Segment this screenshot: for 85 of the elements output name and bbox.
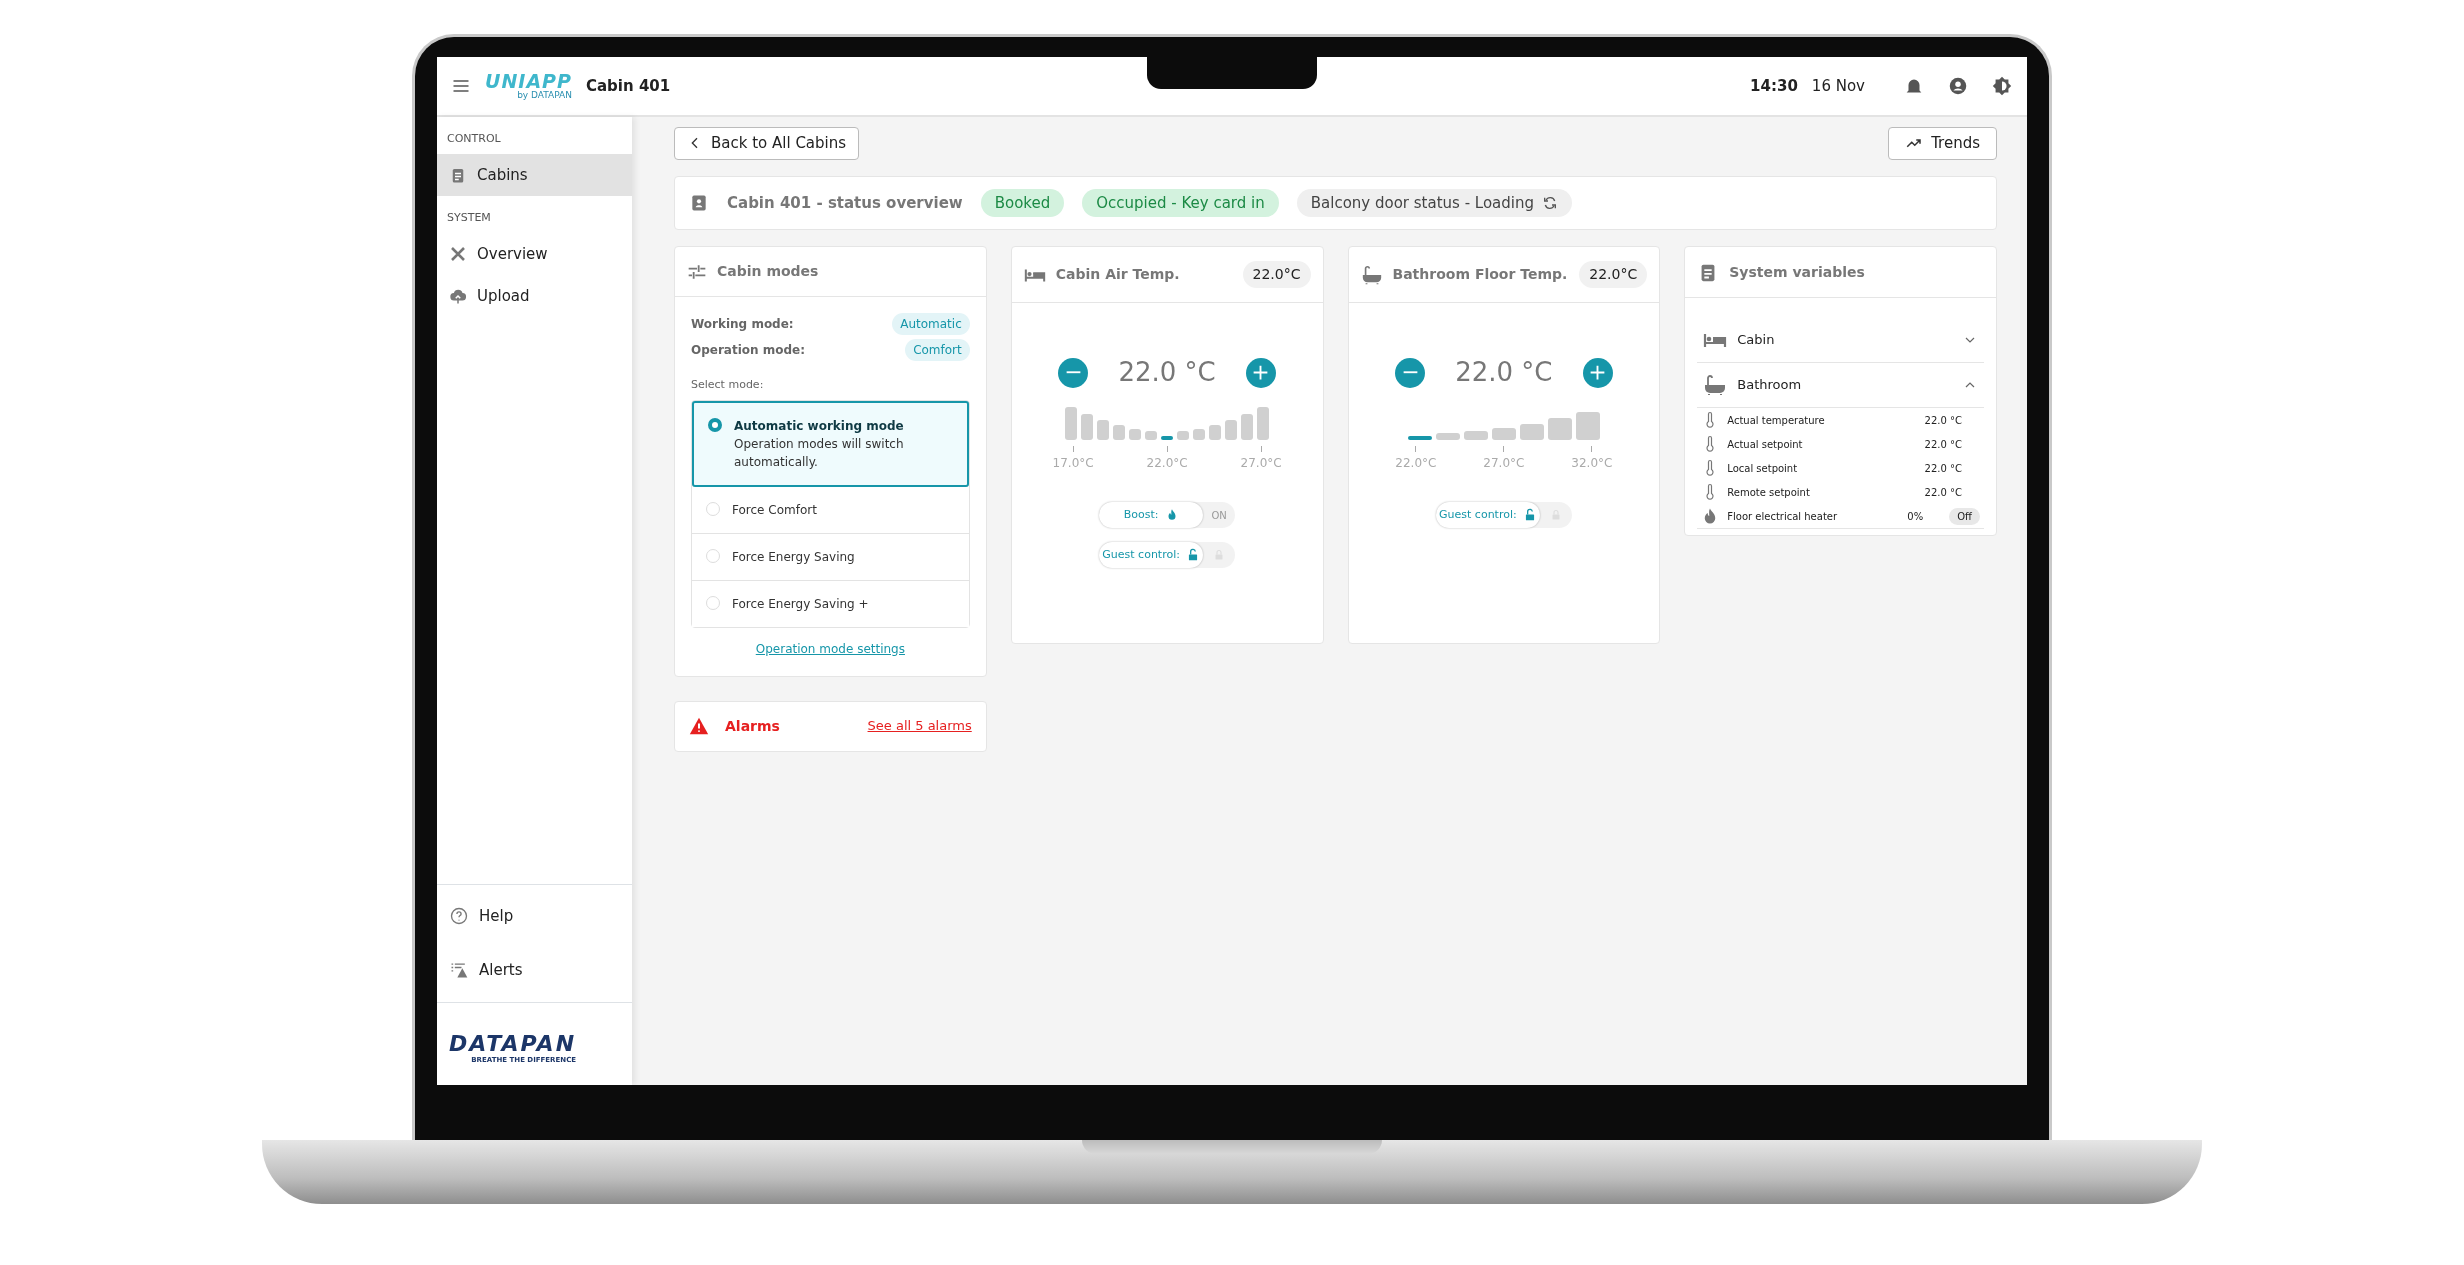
- toggle-label: Guest control:: [1102, 546, 1180, 563]
- setpoint-value: 22.0 °C: [1118, 356, 1216, 389]
- increase-button[interactable]: [1245, 357, 1276, 388]
- sidebar-item[interactable]: Overview: [437, 232, 632, 275]
- temperature-reading: 22.0°C: [1242, 261, 1311, 288]
- tick-label: 22.0°C: [1395, 455, 1437, 472]
- accordion-header[interactable]: Bathroom: [1697, 363, 1984, 408]
- toggle-label: Guest control:: [1439, 506, 1517, 523]
- status-badge: Booked: [980, 188, 1065, 217]
- option-label: Force Comfort: [732, 501, 817, 519]
- refresh-icon: [1542, 194, 1558, 211]
- option-label: Automatic working mode: [734, 417, 905, 435]
- variable-value: 22.0 °C: [1924, 437, 1962, 452]
- card-title: System variables: [1729, 262, 1865, 282]
- increase-button[interactable]: [1582, 357, 1613, 388]
- variable-label: Remote setpoint: [1727, 485, 1810, 500]
- trends-button[interactable]: Trends: [1888, 127, 1997, 160]
- toggle-switch[interactable]: Guest control:: [1099, 542, 1236, 568]
- clock-date: 16 Nov: [1811, 75, 1865, 97]
- mode-option[interactable]: Automatic working mode Operation modes will switch automatically.: [692, 400, 969, 487]
- toggle-state: ON: [1211, 508, 1227, 523]
- setpoint-value: 22.0 °C: [1455, 356, 1553, 389]
- toggle-label: Boost:: [1123, 506, 1159, 523]
- gear-icon: [1991, 75, 2013, 97]
- alarms-title: Alarms: [725, 716, 780, 736]
- tick-label: 22.0°C: [1146, 455, 1188, 472]
- mode-badge: Automatic: [892, 313, 970, 335]
- option-description: Operation modes will switch automatically.: [734, 435, 905, 471]
- sidebar-item[interactable]: Cabins: [437, 153, 632, 196]
- variable-value: 22.0 °C: [1924, 461, 1962, 476]
- sidebar-item[interactable]: Alerts: [437, 943, 632, 998]
- app-logo: UNIAPP: [485, 72, 572, 91]
- minus-icon: [1065, 371, 1081, 374]
- option-label: Force Energy Saving: [732, 548, 855, 566]
- variable-value: 22.0 °C: [1924, 413, 1962, 428]
- settings-button[interactable]: [1991, 75, 2013, 97]
- help-icon: [449, 905, 469, 926]
- variable-label: Actual setpoint: [1727, 437, 1803, 452]
- status-badge: Balcony door status - Loading: [1296, 188, 1572, 217]
- account-icon: [1947, 75, 1969, 97]
- variable-value: 0%: [1907, 509, 1924, 524]
- bathtub-icon: [1703, 373, 1728, 397]
- card-title: Cabin modes: [717, 262, 819, 281]
- variable-label: Actual temperature: [1727, 413, 1825, 428]
- state-badge: Off: [1949, 507, 1980, 525]
- sidebar-item[interactable]: Help: [437, 888, 632, 943]
- variable-value: 22.0 °C: [1924, 485, 1962, 500]
- settings-link[interactable]: Operation mode settings: [755, 641, 905, 656]
- cloud-upload-icon: [449, 287, 467, 306]
- plus-icon: [1253, 365, 1269, 380]
- tick-label: 27.0°C: [1483, 455, 1525, 472]
- option-label: Force Energy Saving +: [732, 595, 869, 613]
- decrease-button[interactable]: [1395, 357, 1426, 388]
- minus-icon: [1402, 371, 1418, 374]
- page-title: Cabin 401: [585, 75, 671, 97]
- accordion-header[interactable]: Cabin: [1697, 318, 1984, 363]
- sidebar-heading: CONTROL: [446, 131, 502, 147]
- tick-label: 27.0°C: [1240, 455, 1282, 472]
- sidebar-item[interactable]: Upload: [437, 275, 632, 318]
- warning-icon: [689, 716, 709, 736]
- clock-time: 14:30: [1750, 75, 1798, 97]
- field-label: Select mode:: [691, 377, 765, 393]
- tick-label: 17.0°C: [1052, 455, 1094, 472]
- status-title: Cabin 401 - status overview: [727, 192, 963, 214]
- card-title: Cabin Air Temp.: [1055, 265, 1180, 284]
- variable-label: Floor electrical heater: [1727, 509, 1838, 524]
- tick-label: 32.0°C: [1571, 455, 1613, 472]
- plus-icon: [1590, 365, 1606, 380]
- alarms-link[interactable]: See all 5 alarms: [867, 716, 972, 736]
- account-button[interactable]: [1947, 75, 1969, 97]
- brand-logo: DATAPAN: [449, 1032, 577, 1055]
- decrease-button[interactable]: [1058, 357, 1089, 388]
- variable-label: Local setpoint: [1727, 461, 1798, 476]
- back-button[interactable]: Back to All Cabins: [674, 127, 860, 160]
- sidebar-heading: SYSTEM: [446, 210, 492, 226]
- bathtub-icon: [1360, 263, 1383, 286]
- status-badge: Occupied - Key card in: [1082, 188, 1279, 217]
- field-label: Working mode:: [691, 316, 794, 333]
- toggle-switch[interactable]: Guest control:: [1435, 502, 1572, 528]
- toggle-switch[interactable]: Boost: ON: [1099, 502, 1236, 528]
- field-label: Operation mode:: [691, 342, 806, 359]
- temperature-reading: 22.0°C: [1579, 261, 1648, 288]
- mode-badge: Comfort: [905, 339, 970, 361]
- logo-subtitle: by DATAPAN: [517, 91, 572, 100]
- card-title: Bathroom Floor Temp.: [1392, 265, 1568, 284]
